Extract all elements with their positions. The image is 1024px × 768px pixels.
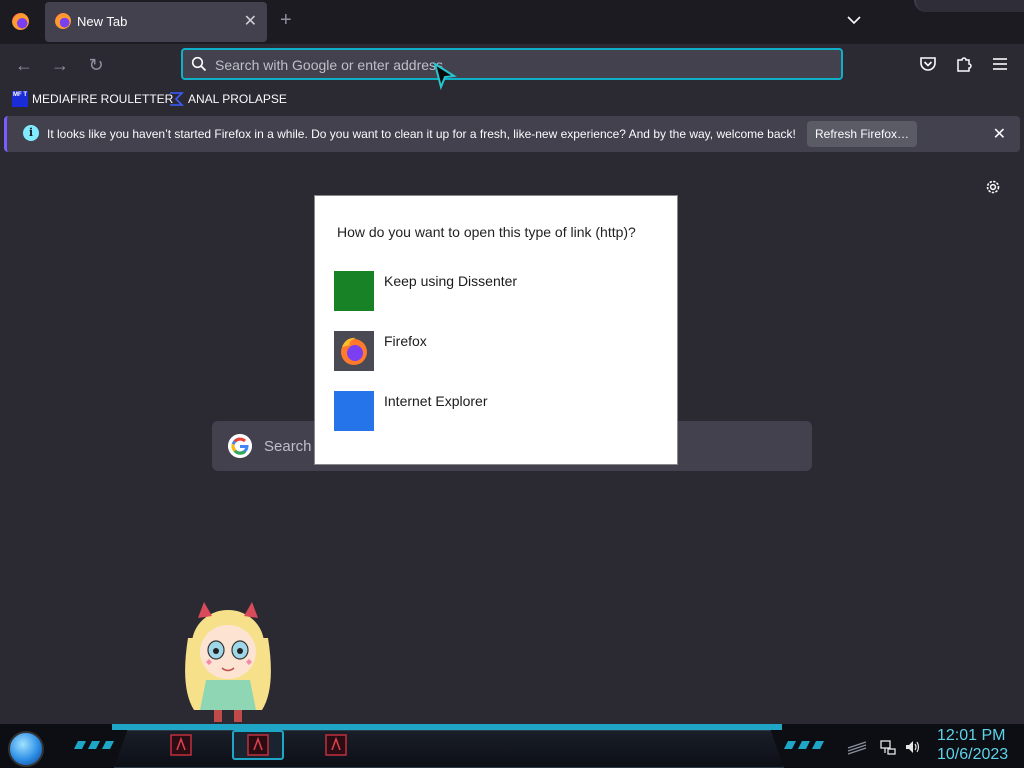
notification-message: It looks like you haven’t started Firefo…: [47, 127, 796, 141]
new-tab-search-placeholder: Search: [264, 438, 312, 455]
screen: New Tab ✕ + ← → ↻ MF T MEDIAFIRE ROULETT…: [0, 0, 1024, 768]
firefox-icon: [334, 331, 374, 371]
clock-date[interactable]: 10/6/2023: [937, 746, 1008, 764]
extensions-icon[interactable]: [954, 54, 974, 74]
firefox-icon[interactable]: [12, 13, 29, 30]
bookmark-mediafire[interactable]: MF T MEDIAFIRE ROULETTER: [12, 90, 173, 108]
option-label: Firefox: [384, 333, 427, 349]
taskbar: [0, 724, 1024, 768]
info-icon: i: [23, 125, 39, 141]
option-firefox[interactable]: Firefox: [334, 331, 654, 373]
taskbar-panel: [114, 730, 784, 768]
close-tab-icon[interactable]: ✕: [244, 11, 257, 31]
new-tab-plus-icon[interactable]: +: [280, 10, 292, 30]
google-icon: [228, 434, 252, 458]
dialog-question: How do you want to open this type of lin…: [337, 224, 636, 240]
mediafire-icon: MF T: [12, 91, 28, 107]
notification-bar: i It looks like you haven’t started Fire…: [4, 116, 1020, 152]
tab-strip: New Tab ✕ +: [0, 0, 1024, 44]
bookmark-second[interactable]: ANAL PROLAPSE: [168, 90, 287, 108]
hamburger-menu-icon[interactable]: [990, 54, 1010, 74]
open-with-dialog: How do you want to open this type of lin…: [314, 195, 678, 465]
gear-icon[interactable]: [984, 178, 1002, 196]
volume-icon[interactable]: [904, 739, 920, 755]
option-label: Internet Explorer: [384, 393, 488, 409]
search-icon: [191, 56, 207, 72]
taskbar-app-icon[interactable]: [245, 733, 271, 757]
taskbar-app-icon[interactable]: [323, 733, 349, 757]
forward-arrow-icon[interactable]: →: [50, 55, 70, 75]
bookmark-label: MEDIAFIRE ROULETTER: [32, 92, 174, 106]
option-label: Keep using Dissenter: [384, 273, 518, 289]
show-hidden-icons-icon[interactable]: [846, 739, 868, 755]
taskbar-decoration-chevrons: [784, 741, 824, 749]
bookmarks-toolbar: MF T MEDIAFIRE ROULETTER ANAL PROLAPSE: [0, 86, 1024, 112]
chevron-down-icon[interactable]: [846, 12, 862, 28]
start-button[interactable]: [8, 731, 44, 767]
back-arrow-icon[interactable]: ←: [14, 55, 34, 75]
cartoon-girl-mascot: [185, 602, 271, 722]
bookmark-sigma-icon: [170, 92, 184, 106]
refresh-firefox-button[interactable]: Refresh Firefox…: [807, 121, 917, 147]
tab-new-tab[interactable]: New Tab ✕: [45, 2, 267, 42]
option-internet-explorer[interactable]: Internet Explorer: [334, 391, 654, 433]
pocket-icon[interactable]: [918, 54, 938, 74]
internet-explorer-icon: [334, 391, 374, 431]
taskbar-accent-band: [112, 724, 782, 730]
bookmark-label: ANAL PROLAPSE: [188, 92, 287, 106]
mouse-cursor-icon: [433, 62, 457, 90]
network-icon[interactable]: [880, 739, 896, 755]
clock-time[interactable]: 12:01 PM: [937, 727, 1005, 745]
close-notification-icon[interactable]: ✕: [993, 124, 1006, 144]
option-dissenter[interactable]: Keep using Dissenter: [334, 271, 654, 313]
address-bar[interactable]: [181, 48, 843, 80]
reload-icon[interactable]: ↻: [86, 55, 106, 75]
address-input[interactable]: [215, 55, 815, 75]
taskbar-app-icon[interactable]: [168, 733, 194, 757]
window-frame-decoration: [914, 0, 1024, 12]
firefox-tab-icon: [55, 13, 71, 29]
taskbar-decoration-chevrons: [74, 741, 114, 749]
navigation-toolbar: ← → ↻: [0, 44, 1024, 86]
tab-title: New Tab: [77, 14, 128, 29]
dissenter-icon: [334, 271, 374, 311]
